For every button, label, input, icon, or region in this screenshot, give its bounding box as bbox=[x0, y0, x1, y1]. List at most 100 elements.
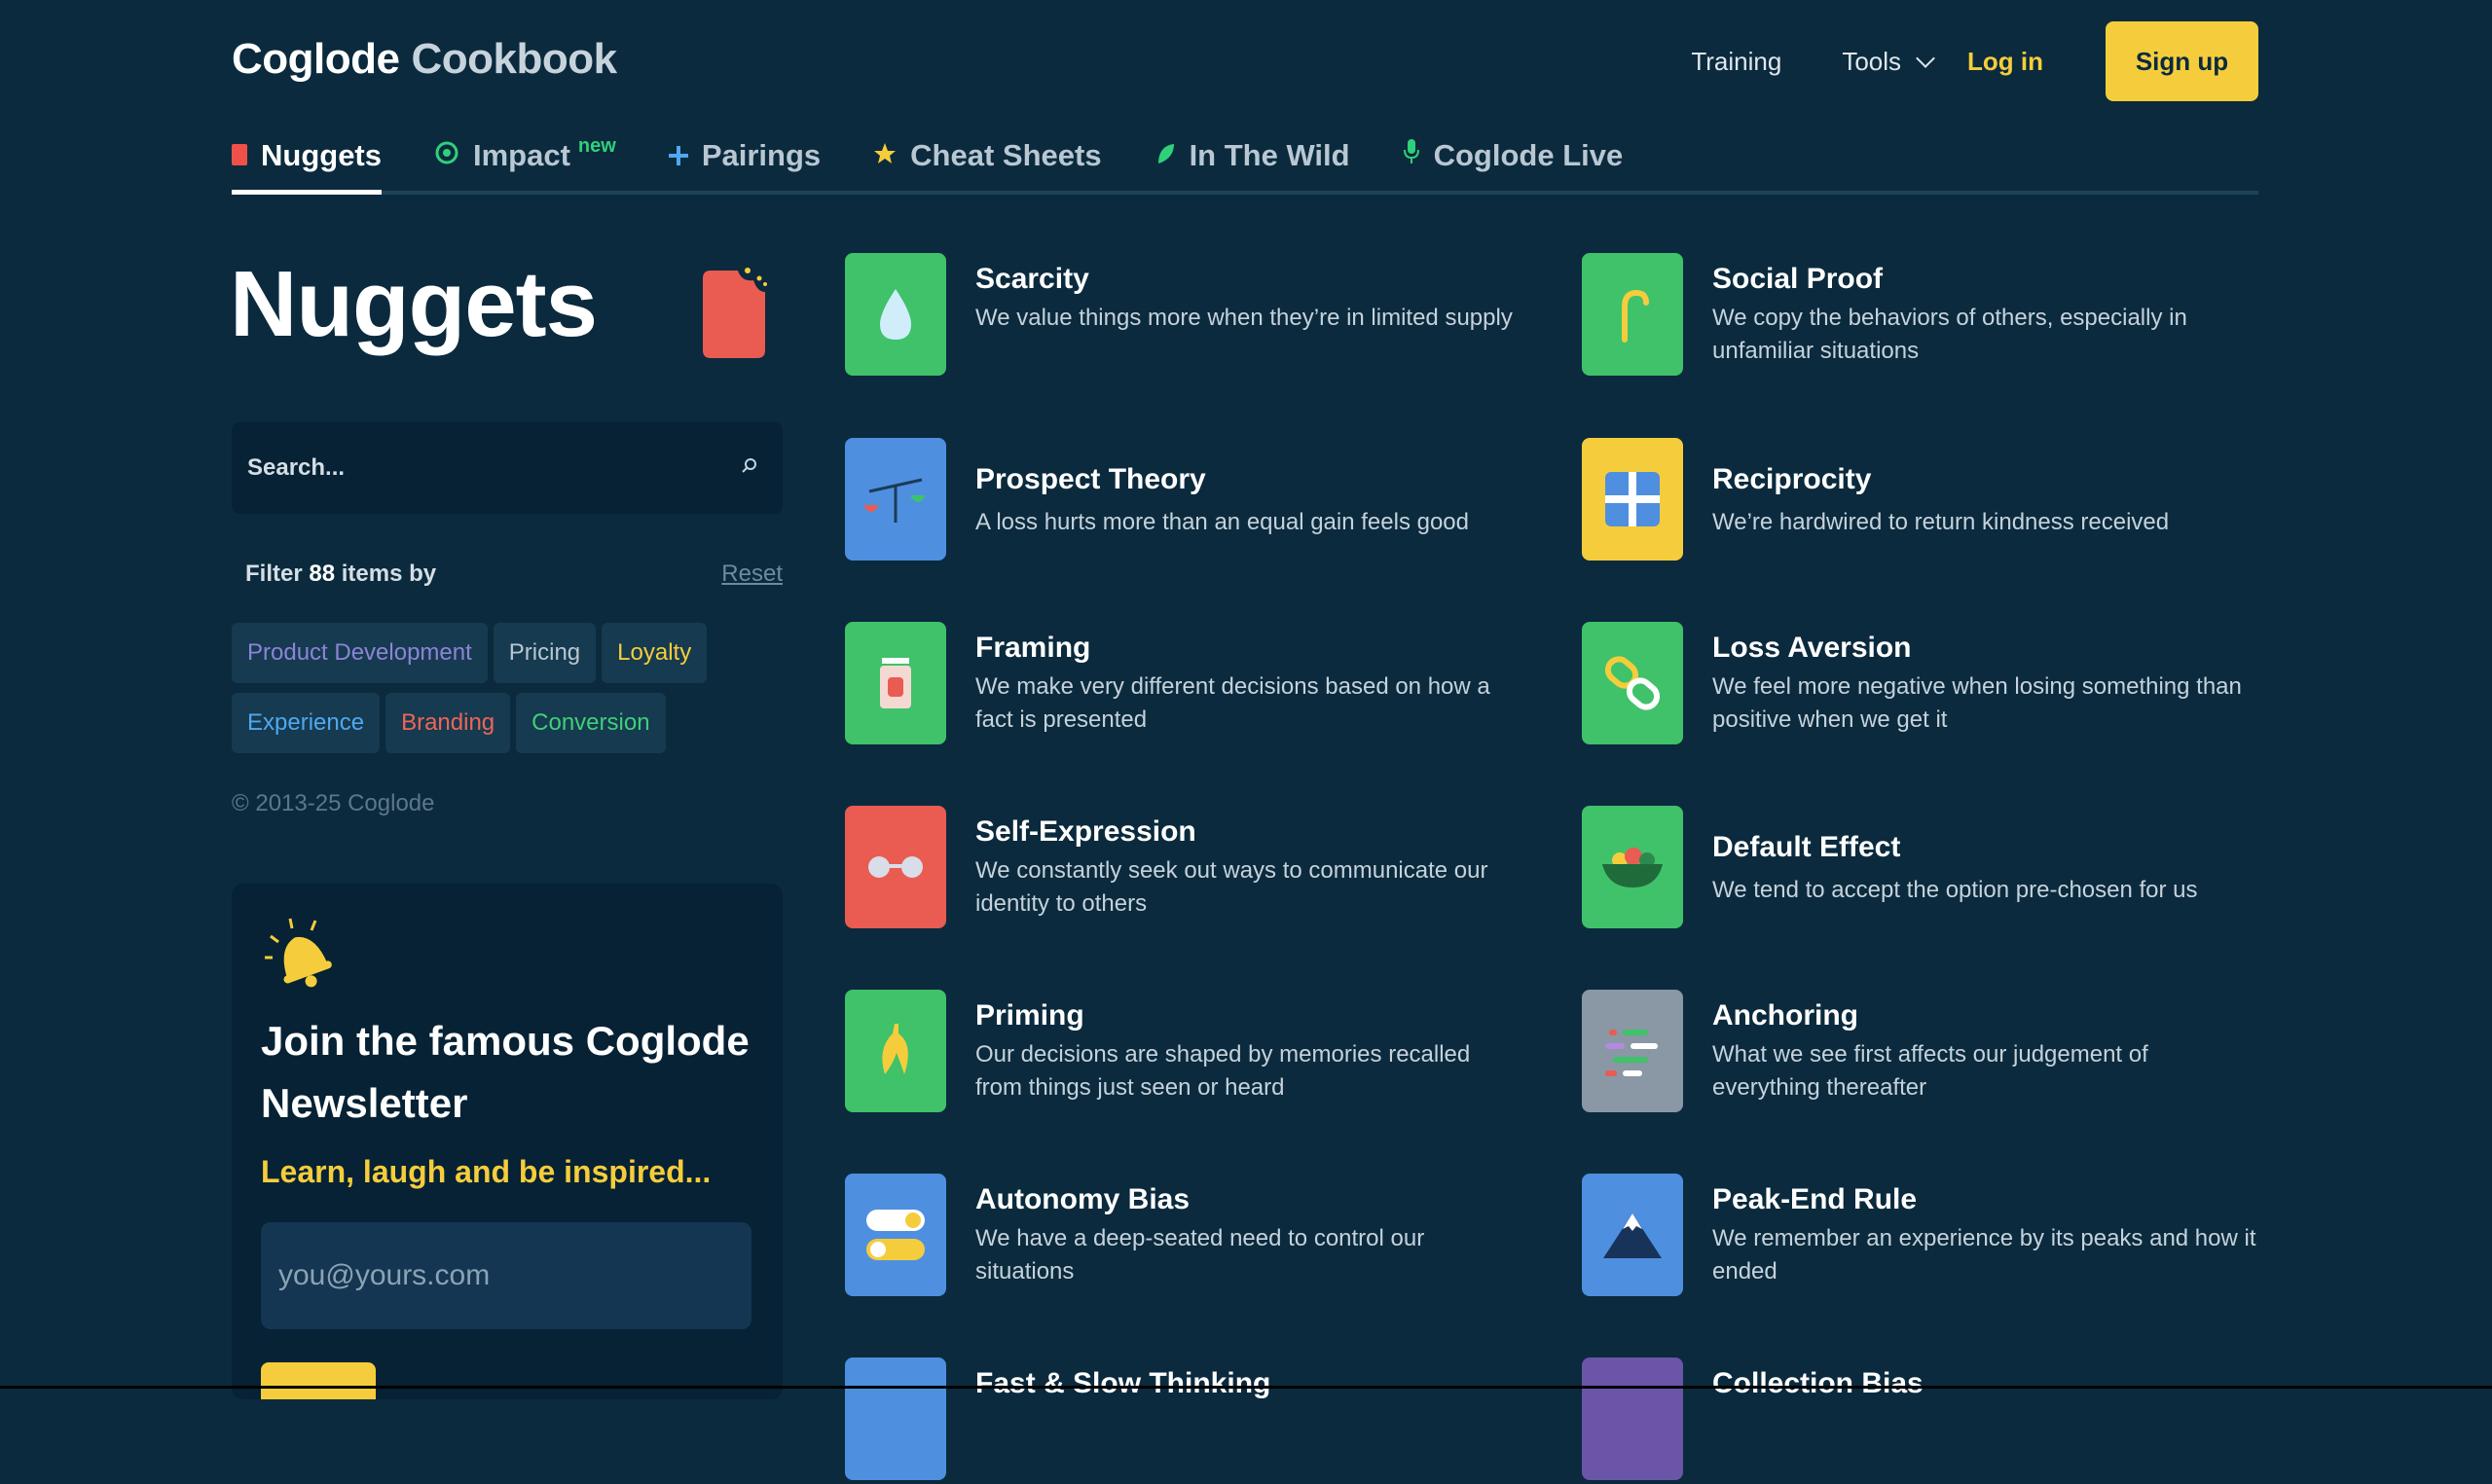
tab-label: Cheat Sheets bbox=[910, 138, 1102, 172]
nugget-title: Framing bbox=[975, 632, 1091, 664]
nugget-description: We constantly seek out ways to communica… bbox=[975, 857, 1488, 917]
nugget-title: Priming bbox=[975, 999, 1084, 1032]
nugget-description: We tend to accept the option pre-chosen … bbox=[1712, 877, 2198, 903]
nugget-card[interactable]: Prospect Theory A loss hurts more than an… bbox=[845, 438, 1546, 564]
cane-icon bbox=[1582, 253, 1683, 376]
nav-training[interactable]: Training bbox=[1691, 47, 1781, 77]
nugget-description: We remember an experience by its peaks a… bbox=[1712, 1225, 2256, 1285]
nugget-card[interactable]: Loss Aversion We feel more negative when … bbox=[1582, 622, 2283, 748]
tab-label: Coglode Live bbox=[1433, 138, 1624, 172]
star-icon bbox=[873, 138, 897, 173]
bell-icon bbox=[261, 915, 343, 996]
subscribe-button[interactable] bbox=[261, 1362, 376, 1399]
nugget-card[interactable]: Reciprocity We’re hardwired to return kin… bbox=[1582, 438, 2283, 564]
partial-icon bbox=[1582, 1357, 1683, 1480]
nugget-card[interactable]: Collection Bias bbox=[1582, 1357, 2283, 1484]
new-badge: new bbox=[577, 134, 616, 157]
nugget-description: We have a deep-seated need to control ou… bbox=[975, 1225, 1425, 1285]
nav-tools-dropdown[interactable]: Tools bbox=[1842, 46, 1935, 77]
signup-button[interactable]: Sign up bbox=[2106, 21, 2258, 101]
nugget-card[interactable]: Priming Our decisions are shaped by memor… bbox=[845, 990, 1546, 1116]
glasses-icon bbox=[845, 806, 946, 928]
email-input[interactable] bbox=[261, 1258, 738, 1293]
filter-summary: Filter 88 items by Reset bbox=[245, 561, 783, 588]
chain-link-icon bbox=[1582, 622, 1683, 744]
filter-count: 88 bbox=[309, 561, 336, 587]
page-title: Nuggets bbox=[230, 252, 598, 356]
search-box[interactable] bbox=[232, 422, 783, 514]
nugget-description: What we see first affects our judgement … bbox=[1712, 1041, 2148, 1101]
tab-in-the-wild[interactable]: In The Wild bbox=[1154, 134, 1350, 177]
water-drop-icon bbox=[845, 253, 946, 376]
tab-label: Pairings bbox=[701, 138, 822, 172]
nugget-title: Social Proof bbox=[1712, 263, 1884, 295]
nav-tools-label: Tools bbox=[1842, 46, 1902, 76]
toggle-switches-icon bbox=[845, 1174, 946, 1296]
filter-chip[interactable]: Loyalty bbox=[602, 623, 708, 683]
nugget-card[interactable]: Fast & Slow Thinking bbox=[845, 1357, 1546, 1484]
login-link[interactable]: Log in bbox=[1967, 47, 2043, 77]
chevron-down-icon bbox=[1916, 49, 1935, 68]
filter-chip[interactable]: Conversion bbox=[516, 693, 666, 753]
filter-chip[interactable]: Product Development bbox=[232, 623, 488, 683]
email-field[interactable] bbox=[261, 1222, 751, 1329]
nugget-card[interactable]: Self-Expression We constantly seek out wa… bbox=[845, 806, 1546, 932]
tab-coglode-live[interactable]: Coglode Live bbox=[1403, 134, 1624, 177]
brand-logo[interactable]: Coglode Cookbook bbox=[232, 35, 617, 84]
nugget-title: Default Effect bbox=[1712, 831, 1901, 863]
brand-primary: Coglode bbox=[232, 35, 400, 83]
nugget-card[interactable]: Framing We make very different decisions … bbox=[845, 622, 1546, 748]
filter-suffix: items by bbox=[341, 561, 437, 587]
filter-chip[interactable]: Branding bbox=[385, 693, 511, 753]
nugget-description: We make very different decisions based o… bbox=[975, 673, 1490, 733]
target-icon bbox=[434, 138, 459, 173]
nugget-title: Peak-End Rule bbox=[1712, 1183, 1918, 1215]
scales-icon bbox=[845, 438, 946, 561]
jar-icon bbox=[845, 622, 946, 744]
plus-icon bbox=[668, 138, 688, 173]
filter-prefix: Filter bbox=[245, 561, 303, 587]
search-icon[interactable] bbox=[742, 457, 757, 473]
bitten-nugget-icon bbox=[699, 265, 769, 360]
brand-secondary: Cookbook bbox=[411, 35, 617, 83]
section-tabs: Nuggets Impact new Pairings Cheat Sheets… bbox=[232, 134, 2258, 195]
nugget-description: We copy the behaviors of others, especia… bbox=[1712, 305, 2187, 364]
copyright: © 2013-25 Coglode bbox=[232, 790, 435, 816]
filter-chip[interactable]: Experience bbox=[232, 693, 381, 753]
partial-icon bbox=[845, 1357, 946, 1480]
nugget-card[interactable]: Peak-End Rule We remember an experience b… bbox=[1582, 1174, 2283, 1300]
nugget-description: Our decisions are shaped by memories rec… bbox=[975, 1041, 1471, 1101]
nugget-description: We value things more when they’re in lim… bbox=[975, 305, 1513, 331]
red-square-icon bbox=[232, 138, 247, 173]
nugget-title: Autonomy Bias bbox=[975, 1183, 1191, 1215]
top-navigation: Training Tools Log in Sign up bbox=[1691, 21, 2258, 101]
nugget-card[interactable]: Anchoring What we see first affects our j… bbox=[1582, 990, 2283, 1116]
nugget-title: Prospect Theory bbox=[975, 463, 1206, 495]
nugget-title: Reciprocity bbox=[1712, 463, 1872, 495]
nugget-card[interactable]: Default Effect We tend to accept the opti… bbox=[1582, 806, 2283, 932]
nugget-card[interactable]: Scarcity We value things more when they’r… bbox=[845, 253, 1546, 380]
newsletter-panel: Join the famous Coglode Newsletter Learn… bbox=[232, 884, 783, 1399]
tab-label: Impact bbox=[473, 138, 570, 172]
nugget-title: Anchoring bbox=[1712, 999, 1858, 1032]
search-input[interactable] bbox=[232, 453, 716, 483]
tab-pairings[interactable]: Pairings bbox=[668, 134, 822, 177]
nugget-title: Fast & Slow Thinking bbox=[975, 1367, 1271, 1399]
banana-icon bbox=[845, 990, 946, 1112]
tab-impact[interactable]: Impact new bbox=[434, 134, 616, 177]
nugget-title: Self-Expression bbox=[975, 815, 1196, 848]
filter-chip[interactable]: Pricing bbox=[493, 623, 597, 683]
nugget-title: Scarcity bbox=[975, 263, 1089, 295]
nugget-description: A loss hurts more than an equal gain fee… bbox=[975, 509, 1469, 535]
newsletter-tagline: Learn, laugh and be inspired... bbox=[261, 1154, 712, 1189]
tab-label: Nuggets bbox=[261, 138, 382, 172]
nugget-card[interactable]: Autonomy Bias We have a deep-seated need … bbox=[845, 1174, 1546, 1300]
tab-label: In The Wild bbox=[1189, 138, 1350, 172]
tab-nuggets[interactable]: Nuggets bbox=[232, 134, 382, 195]
tab-cheat-sheets[interactable]: Cheat Sheets bbox=[873, 134, 1102, 177]
nugget-card[interactable]: Social Proof We copy the behaviors of oth… bbox=[1582, 253, 2283, 380]
nugget-description: We’re hardwired to return kindness recei… bbox=[1712, 509, 2170, 535]
microphone-icon bbox=[1403, 138, 1420, 173]
reset-filters-link[interactable]: Reset bbox=[721, 561, 783, 588]
mountain-icon bbox=[1582, 1174, 1683, 1296]
